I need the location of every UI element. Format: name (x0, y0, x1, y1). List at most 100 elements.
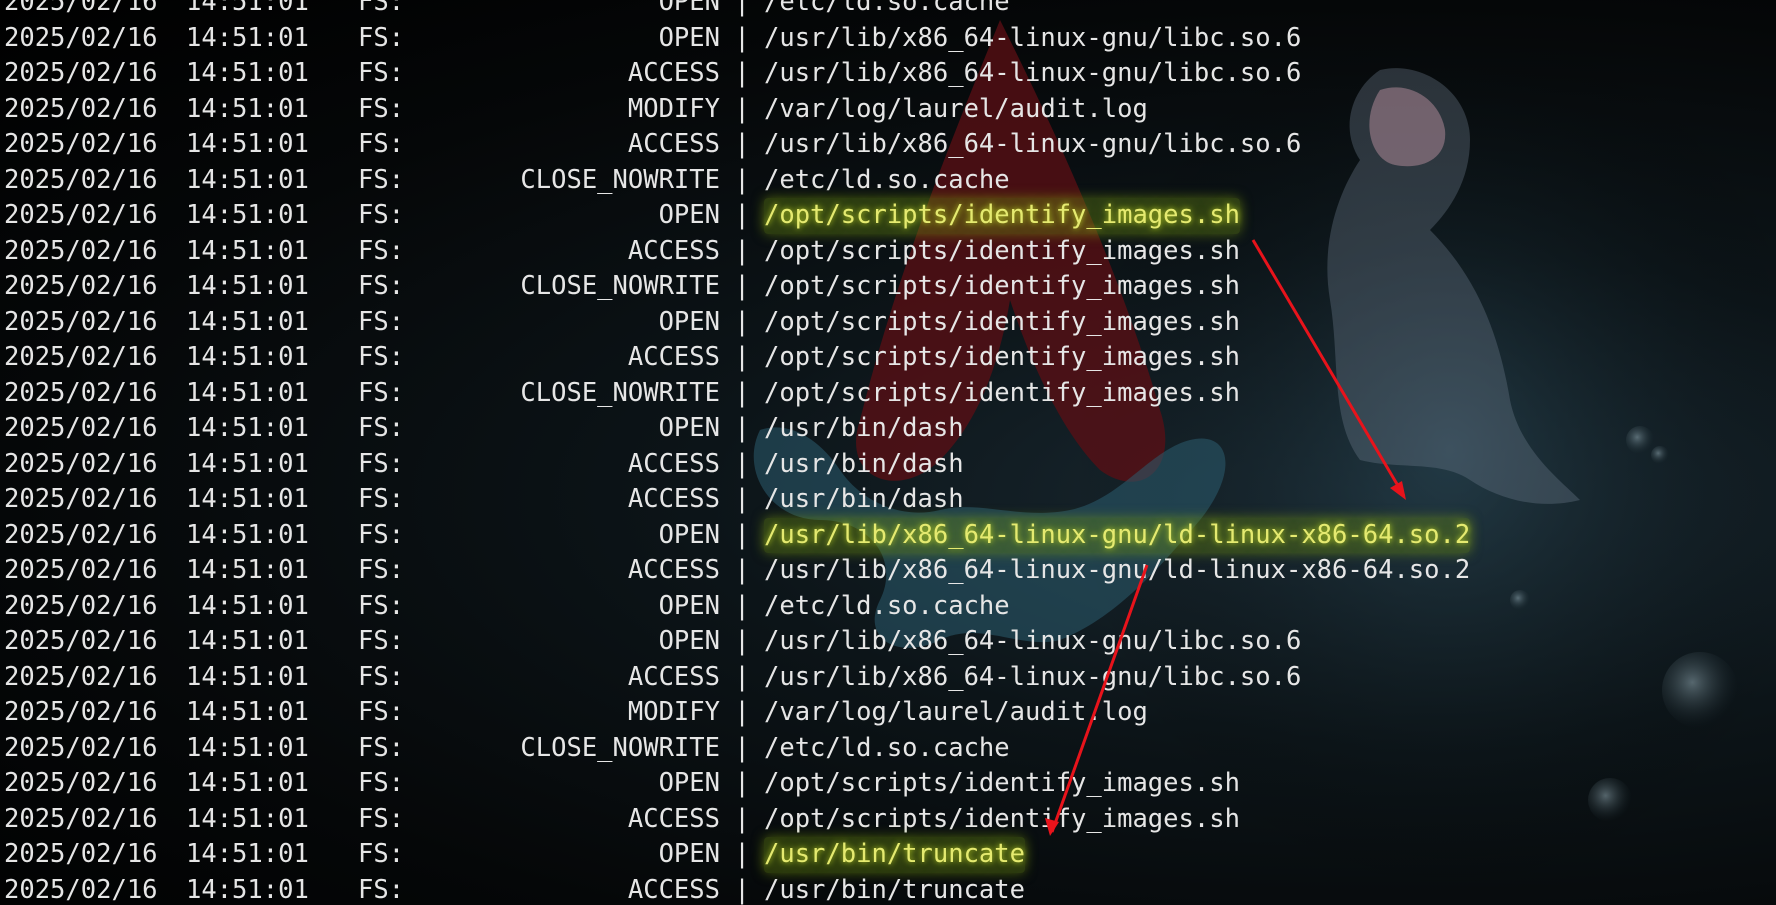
log-time: 14:51:01 (186, 22, 309, 53)
log-date: 2025/02/16 (4, 235, 158, 266)
log-date: 2025/02/16 (4, 129, 158, 159)
log-source: FS: (358, 519, 405, 550)
log-time: 14:51:01 (186, 129, 309, 159)
log-source: FS: (358, 342, 405, 372)
log-date: 2025/02/16 (4, 448, 158, 479)
log-line: 2025/02/16 14:51:01 FS: OPEN | /opt/scripts/i… (4, 305, 1470, 341)
log-time: 14:51:01 (186, 519, 309, 550)
highlighted-file-path: /usr/bin/truncate (764, 837, 1025, 873)
log-event-type: MODIFY (627, 93, 720, 124)
log-source: FS: (358, 58, 405, 88)
log-date: 2025/02/16 (4, 306, 158, 337)
log-time: 14:51:01 (186, 93, 309, 124)
log-source: FS: (358, 377, 405, 408)
log-file-path: /usr/lib/x86_64-linux-gnu/libc.so.6 (764, 626, 1302, 656)
log-time: 14:51:01 (186, 626, 309, 656)
log-separator: | (734, 306, 750, 337)
log-source: FS: (358, 839, 405, 869)
log-event-type: CLOSE_NOWRITE (520, 732, 720, 763)
log-source: FS: (358, 768, 405, 798)
log-time: 14:51:01 (186, 732, 309, 763)
log-source: FS: (358, 874, 405, 905)
log-event-type: ACCESS (627, 235, 720, 266)
log-event-type: ACCESS (627, 58, 720, 88)
log-separator: | (734, 484, 750, 514)
log-event-type: ACCESS (627, 342, 720, 372)
log-date: 2025/02/16 (4, 519, 158, 550)
terminal-window[interactable]: 2025/02/16 14:51:01 FS: OPEN | /etc/ld.so.cac… (0, 0, 1776, 905)
log-output: 2025/02/16 14:51:01 FS: OPEN | /etc/ld.so.cac… (4, 0, 1471, 905)
log-line: 2025/02/16 14:51:01 FS: OPEN | /etc/ld.so.cac… (4, 0, 1470, 21)
log-file-path: /etc/ld.so.cache (764, 590, 1010, 621)
log-file-path: /etc/ld.so.cache (764, 732, 1010, 763)
log-date: 2025/02/16 (4, 697, 158, 727)
log-line: 2025/02/16 14:51:01 FS: ACCESS | /usr/lib/x86… (4, 660, 1470, 696)
log-separator: | (734, 803, 750, 834)
log-event-type: OPEN (658, 590, 720, 621)
log-time: 14:51:01 (186, 235, 309, 266)
log-time: 14:51:01 (186, 555, 309, 585)
log-file-path: /opt/scripts/identify_images.sh (764, 271, 1240, 301)
log-file-path: /usr/lib/x86_64-linux-gnu/libc.so.6 (764, 661, 1302, 692)
log-source: FS: (358, 590, 405, 621)
log-source: FS: (358, 413, 405, 443)
log-line: 2025/02/16 14:51:01 FS: CLOSE_NOWRITE | /opt/… (4, 376, 1470, 412)
log-event-type: CLOSE_NOWRITE (520, 164, 720, 195)
log-separator: | (734, 519, 750, 550)
log-line: 2025/02/16 14:51:01 FS: ACCESS | /opt/scripts… (4, 802, 1470, 838)
log-file-path: /usr/bin/dash (764, 484, 964, 514)
log-event-type: CLOSE_NOWRITE (520, 377, 720, 408)
log-line: 2025/02/16 14:51:01 FS: MODIFY | /var/log/lau… (4, 92, 1470, 128)
log-separator: | (734, 58, 750, 88)
log-event-type: CLOSE_NOWRITE (520, 271, 720, 301)
log-source: FS: (358, 22, 405, 53)
log-date: 2025/02/16 (4, 93, 158, 124)
log-separator: | (734, 377, 750, 408)
log-source: FS: (358, 661, 405, 692)
log-file-path: /usr/lib/x86_64-linux-gnu/libc.so.6 (764, 58, 1302, 88)
log-line: 2025/02/16 14:51:01 FS: OPEN | /opt/scripts/i… (4, 766, 1470, 802)
log-time: 14:51:01 (186, 200, 309, 230)
log-time: 14:51:01 (186, 590, 309, 621)
log-source: FS: (358, 626, 405, 656)
log-line: 2025/02/16 14:51:01 FS: OPEN | /etc/ld.so.cac… (4, 589, 1470, 625)
log-line: 2025/02/16 14:51:01 FS: ACCESS | /usr/bin/das… (4, 482, 1470, 518)
log-separator: | (734, 129, 750, 159)
log-source: FS: (358, 164, 405, 195)
log-date: 2025/02/16 (4, 58, 158, 88)
log-time: 14:51:01 (186, 58, 309, 88)
highlighted-file-path: /opt/scripts/identify_images.sh (764, 198, 1240, 234)
log-date: 2025/02/16 (4, 271, 158, 301)
log-separator: | (734, 590, 750, 621)
log-line: 2025/02/16 14:51:01 FS: ACCESS | /usr/bin/das… (4, 447, 1470, 483)
log-line: 2025/02/16 14:51:01 FS: CLOSE_NOWRITE | /etc/… (4, 163, 1470, 199)
log-time: 14:51:01 (186, 448, 309, 479)
log-source: FS: (358, 271, 405, 301)
log-source: FS: (358, 484, 405, 514)
log-date: 2025/02/16 (4, 484, 158, 514)
log-separator: | (734, 768, 750, 798)
log-separator: | (734, 0, 750, 17)
log-line: 2025/02/16 14:51:01 FS: OPEN | /usr/lib/x86_6… (4, 517, 1471, 553)
log-date: 2025/02/16 (4, 590, 158, 621)
log-date: 2025/02/16 (4, 200, 158, 230)
log-event-type: ACCESS (627, 484, 720, 514)
log-event-type: OPEN (658, 0, 720, 17)
log-line: 2025/02/16 14:51:01 FS: OPEN | /usr/bin/dash (4, 411, 1470, 447)
log-date: 2025/02/16 (4, 626, 158, 656)
log-file-path: /var/log/laurel/audit.log (764, 93, 1148, 124)
log-separator: | (734, 413, 750, 443)
log-date: 2025/02/16 (4, 0, 158, 17)
log-date: 2025/02/16 (4, 164, 158, 195)
log-date: 2025/02/16 (4, 803, 158, 834)
log-separator: | (734, 661, 750, 692)
log-source: FS: (358, 697, 405, 727)
log-time: 14:51:01 (186, 803, 309, 834)
log-date: 2025/02/16 (4, 839, 158, 869)
log-separator: | (734, 874, 750, 905)
log-separator: | (734, 626, 750, 656)
log-event-type: ACCESS (627, 874, 720, 905)
log-line: 2025/02/16 14:51:01 FS: ACCESS | /opt/scripts… (4, 234, 1470, 270)
log-event-type: OPEN (658, 626, 720, 656)
log-source: FS: (358, 306, 405, 337)
